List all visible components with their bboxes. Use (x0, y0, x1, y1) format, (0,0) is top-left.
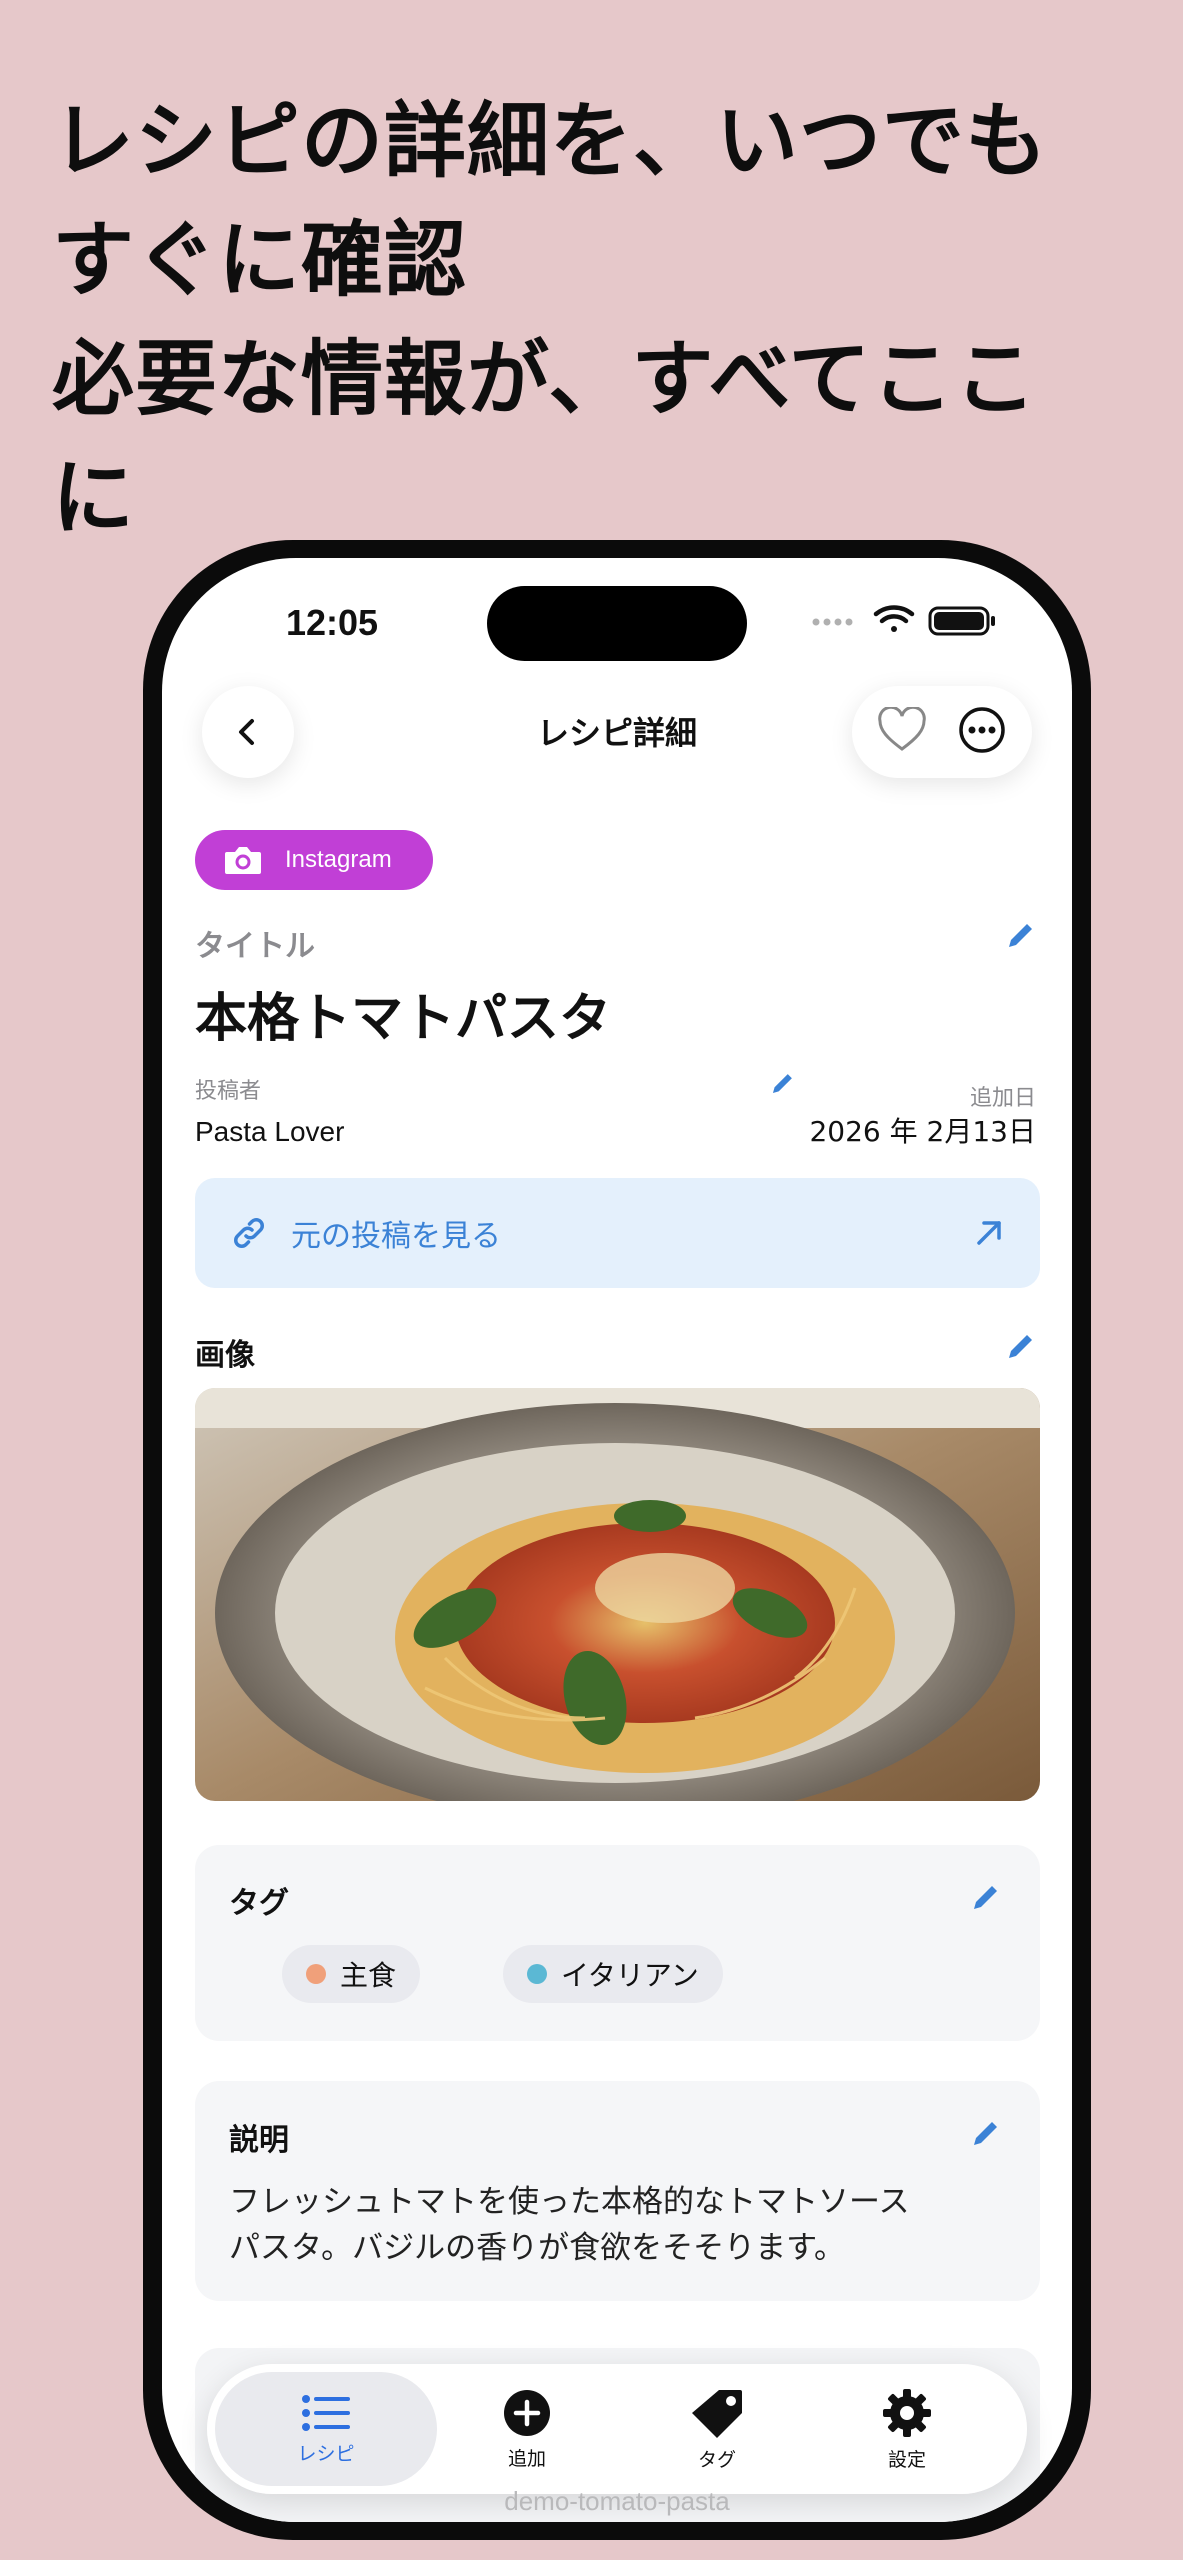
source-badge-label: Instagram (285, 846, 392, 873)
tags-section-heading: タグ (229, 1886, 289, 1921)
view-original-post-label: 元の投稿を見る (291, 1219, 501, 1254)
link-icon (234, 1218, 264, 1248)
tag-icon (692, 2389, 742, 2438)
battery-icon (928, 606, 995, 636)
tag-label: 主食 (340, 1959, 397, 1992)
headline-line-3: 必要な情報が、すべてここ (52, 332, 1038, 427)
headline-line-1: レシピの詳細を、いつでも (52, 94, 1049, 189)
tab-label: 追加 (507, 2447, 546, 2470)
tab-add[interactable]: 追加 (427, 2372, 627, 2486)
author-name: Pasta Lover (195, 1116, 345, 1147)
tab-bar: レシピ 追加 タグ 設定 (207, 2364, 1027, 2494)
camera-icon (225, 847, 261, 874)
nav-actions (852, 686, 1032, 778)
description-card: 説明 フレッシュトマトを使った本格的なトマトソース パスタ。バジルの香りが食欲を… (195, 2081, 1040, 2301)
added-date-label: 追加日 (969, 1086, 1036, 1111)
image-section-heading: 画像 (195, 1338, 255, 1373)
tab-label: タグ (697, 2448, 736, 2471)
tab-label: レシピ (297, 2442, 355, 2465)
source-badge: Instagram (195, 830, 433, 890)
tab-label: 設定 (887, 2448, 926, 2471)
arrow-up-right-icon (977, 1221, 1001, 1245)
view-original-post-link[interactable]: 元の投稿を見る (195, 1178, 1040, 1288)
headline-line-2: すぐに確認 (52, 213, 468, 308)
added-date-value: 2026 年 2月13日 (809, 1115, 1036, 1148)
gear-icon (883, 2388, 931, 2437)
status-icons (812, 605, 995, 636)
tags-card: タグ 主食 イタリアン (195, 1845, 1040, 2041)
tab-recipes[interactable]: レシピ (215, 2372, 437, 2486)
status-time: 12:05 (286, 602, 379, 643)
author-label: 投稿者 (195, 1079, 262, 1104)
more-button[interactable] (957, 705, 1007, 759)
tag-chip-main-dish[interactable]: 主食 (282, 1945, 421, 2003)
footer-url: demo-tomato-pasta (504, 2486, 730, 2516)
list-icon (302, 2394, 350, 2431)
tag-color-dot (306, 1964, 326, 1984)
dynamic-island (487, 586, 747, 661)
favorite-button[interactable] (877, 705, 927, 757)
title-label: タイトル (195, 929, 315, 964)
tag-label: イタリアン (561, 1959, 699, 1992)
promo-headline: レシピの詳細を、いつでも すぐに確認 必要な情報が、すべてここ に (52, 82, 1152, 558)
tag-chip-italian[interactable]: イタリアン (503, 1945, 723, 2003)
description-line: パスタ。バジルの香りが食欲をそそります。 (229, 2230, 845, 2266)
edit-tags-pencil-icon[interactable] (968, 1881, 1002, 1915)
recipe-title: 本格トマトパスタ (195, 989, 612, 1049)
description-section-heading: 説明 (229, 2123, 289, 2158)
description-line: フレッシュトマトを使った本格的なトマトソース (229, 2184, 910, 2220)
plus-circle-icon (504, 2389, 550, 2436)
tab-settings[interactable]: 設定 (807, 2372, 1007, 2486)
edit-description-pencil-icon[interactable] (968, 2117, 1002, 2151)
description-text: フレッシュトマトを使った本格的なトマトソース パスタ。バジルの香りが食欲をそそり… (229, 2179, 1009, 2271)
wifi-icon (873, 605, 915, 632)
heart-icon (878, 705, 926, 751)
tab-tags[interactable]: タグ (617, 2372, 817, 2486)
tag-color-dot (527, 1964, 547, 1984)
ellipsis-circle-icon (959, 707, 1005, 753)
phone-screen: 12:05 レシピ詳細 Instagram タイトル 本格トマトパスタ 投稿者 … (162, 558, 1072, 2522)
edit-title-pencil-icon[interactable] (1003, 919, 1037, 953)
signal-icon (812, 618, 853, 626)
edit-author-pencil-icon[interactable] (768, 1070, 796, 1098)
recipe-photo (195, 1388, 1040, 1801)
edit-image-pencil-icon[interactable] (1003, 1330, 1037, 1364)
